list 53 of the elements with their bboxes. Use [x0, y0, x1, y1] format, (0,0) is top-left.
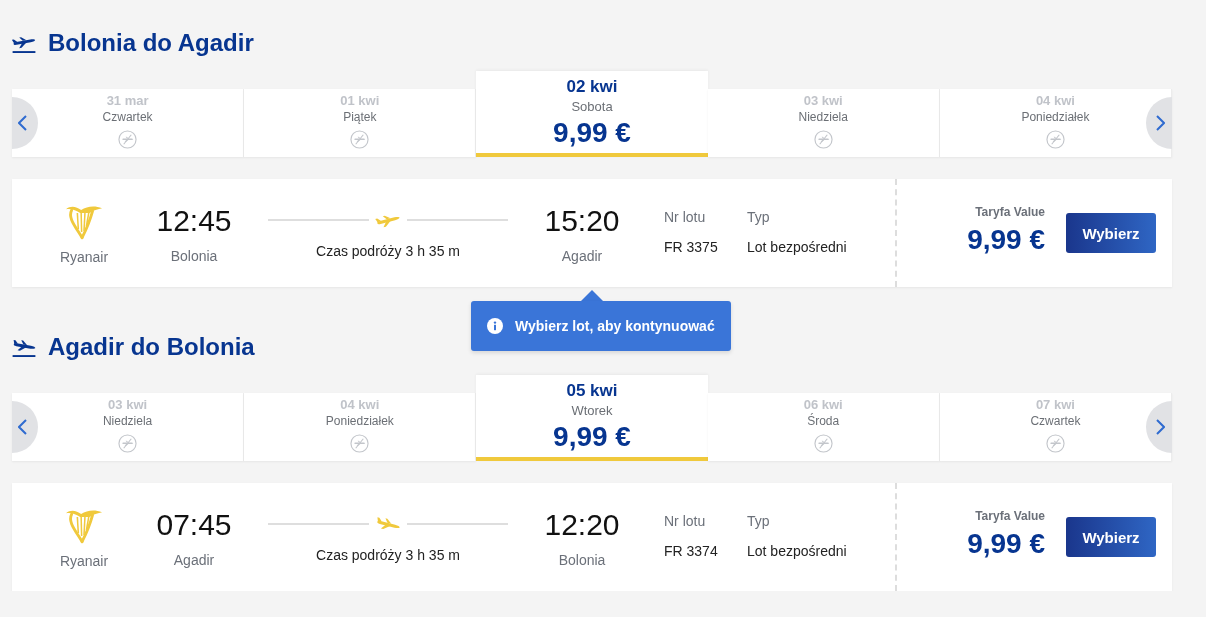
date-tab[interactable]: 31 mar Czwartek — [12, 89, 245, 157]
flight-type: Lot bezpośredni — [747, 238, 848, 256]
chevron-left-icon — [18, 419, 27, 435]
chevron-right-icon — [1156, 419, 1165, 435]
arrival-time: 15:20 — [544, 204, 620, 238]
travel-duration: Czas podróży 3 h 35 m — [316, 242, 460, 260]
arrival-city: Bolonia — [558, 551, 606, 569]
departure-city: Agadir — [173, 551, 215, 569]
date-tab[interactable]: 03 kwi Niedziela — [707, 89, 940, 157]
section-title: Agadir do Bolonia — [48, 332, 255, 362]
airline-name: Ryanair — [59, 552, 109, 570]
flight-number-label: Nr lotu — [664, 208, 707, 226]
no-flights-icon — [1045, 434, 1065, 453]
chevron-right-icon — [1156, 115, 1165, 131]
tooltip-text: Wybierz lot, aby kontynuować — [515, 317, 715, 335]
date-tab[interactable]: 03 kwi Niedziela — [12, 393, 245, 461]
travel-duration: Czas podróży 3 h 35 m — [316, 546, 460, 564]
section-title: Bolonia do Agadir — [48, 28, 254, 58]
fare-price: 9,99 € — [967, 224, 1045, 256]
arrival-city: Agadir — [561, 247, 603, 265]
date-tab[interactable]: 06 kwi Środa — [707, 393, 940, 461]
fare-label: Taryfa Value — [975, 508, 1045, 524]
arrival-time: 12:20 — [544, 508, 620, 542]
date-tab[interactable]: 05 kwi Wtorek 9,99 € — [476, 375, 708, 461]
date-tab[interactable]: 04 kwi Poniedziałek — [244, 393, 477, 461]
departure-time: 07:45 — [156, 508, 232, 542]
no-flights-icon — [813, 130, 833, 149]
no-flights-icon — [1045, 130, 1065, 149]
fare-label: Taryfa Value — [975, 204, 1045, 220]
no-flights-icon — [350, 434, 370, 453]
airplane-icon — [12, 337, 36, 357]
date-tab[interactable]: 07 kwi Czwartek — [939, 393, 1172, 461]
date-tab[interactable]: 01 kwi Piątek — [244, 89, 477, 157]
departure-time: 12:45 — [156, 204, 232, 238]
flight-number-label: Nr lotu — [664, 512, 707, 530]
flight-type-label: Typ — [747, 512, 771, 530]
info-icon — [487, 318, 503, 334]
flight-number: FR 3375 — [664, 238, 719, 256]
flight-type-label: Typ — [747, 208, 771, 226]
no-flights-icon — [118, 434, 138, 453]
select-button[interactable]: Wybierz — [1066, 517, 1156, 557]
fare-price: 9,99 € — [967, 528, 1045, 560]
no-flights-icon — [350, 130, 370, 149]
departure-city: Bolonia — [170, 247, 218, 265]
flight-type: Lot bezpośredni — [747, 542, 848, 560]
date-tab[interactable]: 02 kwi Sobota 9,99 € — [476, 71, 708, 157]
no-flights-icon — [813, 434, 833, 453]
chevron-left-icon — [18, 115, 27, 131]
airline-name: Ryanair — [59, 248, 109, 266]
select-button[interactable]: Wybierz — [1066, 213, 1156, 253]
date-tab[interactable]: 04 kwi Poniedziałek — [939, 89, 1172, 157]
no-flights-icon — [118, 130, 138, 149]
flight-number: FR 3374 — [664, 542, 719, 560]
